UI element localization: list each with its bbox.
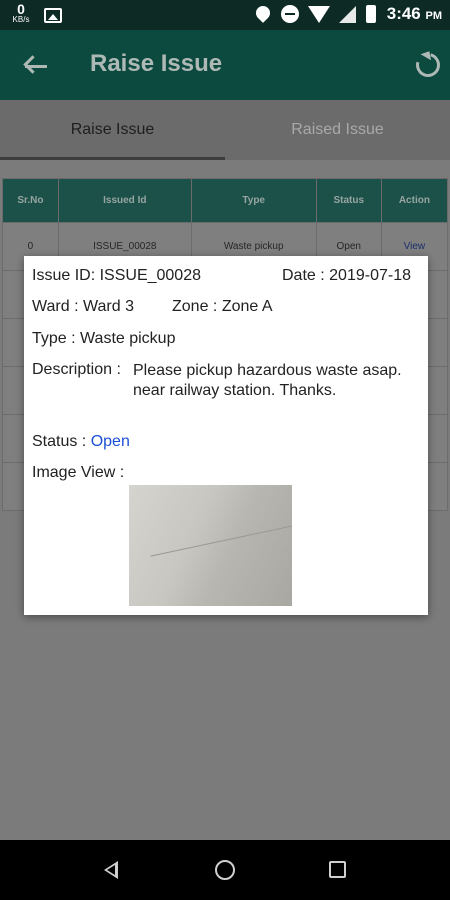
- date-label: Date :: [282, 267, 325, 284]
- image-view-label: Image View :: [32, 464, 125, 481]
- type-label: Type :: [32, 330, 76, 347]
- nav-back-icon[interactable]: [104, 861, 118, 879]
- zone-label: Zone :: [172, 298, 218, 315]
- status-row: Status : Open: [32, 433, 130, 451]
- col-header-srno: Sr.No: [2, 178, 59, 223]
- col-header-status: Status: [315, 178, 382, 223]
- zone-value: Zone A: [221, 298, 273, 315]
- nav-home-icon[interactable]: [215, 860, 235, 880]
- image-view-row: Image View :: [32, 464, 124, 482]
- issue-id-label: Issue ID:: [32, 267, 96, 284]
- date-field: Date : 2019-07-18: [282, 267, 411, 285]
- network-speed-value: 0: [17, 1, 25, 17]
- network-speed: 0 KB/s: [10, 2, 32, 24]
- description-label: Description :: [32, 361, 121, 378]
- system-nav-bar: [0, 840, 450, 900]
- table-header-row: Sr.No Issued Id Type Status Action: [2, 178, 449, 223]
- app-bar: Raise Issue: [0, 30, 450, 100]
- wifi-icon: [307, 4, 330, 24]
- status-value: Open: [90, 433, 130, 450]
- date-value: 2019-07-18: [329, 267, 411, 284]
- page-title: Raise Issue: [90, 50, 223, 77]
- status-icons: 3:46 PM: [252, 3, 442, 24]
- description-value: Please pickup hazardous waste asap. near…: [133, 362, 402, 399]
- col-header-action: Action: [380, 178, 449, 223]
- issue-id-value: ISSUE_00028: [99, 267, 201, 284]
- ward-row: Ward : Ward 3 Zone : Zone A: [32, 298, 273, 316]
- issue-detail-dialog: Issue ID: ISSUE_00028 Date : 2019-07-18 …: [24, 256, 428, 615]
- col-header-type: Type: [190, 178, 317, 223]
- clock: 3:46 PM: [387, 4, 442, 24]
- tab-raised-issue[interactable]: Raised Issue: [225, 100, 450, 160]
- clock-time: 3:46: [386, 4, 421, 23]
- issue-id-row: Issue ID: ISSUE_00028 Date : 2019-07-18: [32, 267, 411, 285]
- status-label: Status :: [32, 433, 87, 450]
- battery-icon: [365, 4, 376, 24]
- dnd-icon: [280, 4, 299, 24]
- zone-field: Zone : Zone A: [172, 298, 273, 316]
- gallery-icon: [44, 8, 62, 23]
- type-row: Type : Waste pickup: [32, 330, 175, 348]
- back-arrow-icon[interactable]: [22, 52, 50, 80]
- clock-ampm: PM: [425, 10, 443, 22]
- ward-value: Ward 3: [82, 298, 134, 315]
- issue-photo: [129, 485, 292, 606]
- tab-bar: Raise Issue Raised Issue: [0, 100, 450, 160]
- signal-icon: [338, 4, 357, 24]
- ward-label: Ward :: [32, 298, 79, 315]
- type-value: Waste pickup: [80, 330, 176, 347]
- status-bar: 0 KB/s 3:46 PM: [0, 0, 450, 30]
- refresh-icon[interactable]: [411, 48, 445, 82]
- location-icon: [252, 3, 273, 24]
- tab-raise-issue[interactable]: Raise Issue: [0, 100, 225, 160]
- nav-recents-icon[interactable]: [329, 861, 346, 878]
- col-header-issued-id: Issued Id: [57, 178, 192, 223]
- network-speed-unit: KB/s: [12, 15, 30, 24]
